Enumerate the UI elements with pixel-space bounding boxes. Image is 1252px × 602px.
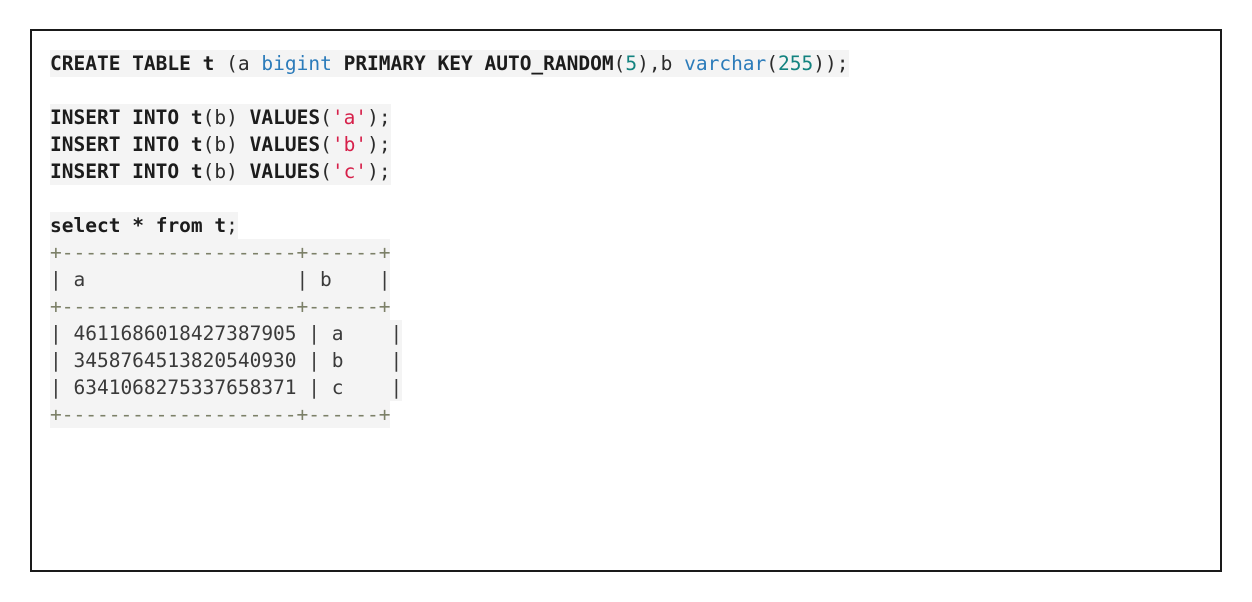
blank-line-1: [32, 77, 1220, 104]
keyword-values-2: VALUES: [249, 133, 321, 156]
insert-statement-2: INSERT INTO t(b) VALUES('b');: [50, 131, 391, 158]
result-line-bottom-border: +--------------------+------+: [32, 401, 1220, 428]
insert-semicolon-2: ;: [378, 133, 391, 156]
space-1: [191, 52, 203, 75]
keyword-select: select: [50, 214, 121, 237]
result-row-text-2: | 3458764513820540930 | b |: [50, 347, 403, 374]
insert-value-1: 'a': [331, 106, 368, 129]
select-statement: select * from t;: [50, 212, 238, 239]
keyword-insert-into-2: INSERT INTO: [50, 133, 180, 156]
result-bottom-border: +--------------------+------+: [50, 401, 391, 428]
insert-statement-1: INSERT INTO t(b) VALUES('a');: [50, 104, 391, 131]
screenshot-root: CREATE TABLE t (a bigint PRIMARY KEY AUT…: [0, 0, 1252, 602]
insert-value-2: 'b': [331, 133, 368, 156]
create-close-paren: ): [825, 52, 837, 75]
insert-semicolon-1: ;: [378, 106, 391, 129]
create-table-name: t: [202, 52, 215, 75]
code-line-insert-2: INSERT INTO t(b) VALUES('b');: [32, 131, 1220, 158]
column-b-close-paren: ): [813, 52, 826, 75]
result-row-3: | 6341068275337658371 | c |: [32, 374, 1220, 401]
select-semicolon: ;: [226, 214, 238, 237]
column-b-type: varchar: [684, 52, 767, 75]
values-close-1: ): [367, 106, 379, 129]
column-b-length: 255: [778, 52, 814, 75]
insert-value-3: 'c': [331, 160, 368, 183]
result-header-row: | a | b |: [50, 266, 391, 293]
auto-random-shard-bits: 5: [625, 52, 638, 75]
space-i3b: [238, 160, 250, 183]
column-a-name: a: [237, 52, 250, 75]
result-line-top-border: +--------------------+------+: [32, 239, 1220, 266]
keyword-create-table: CREATE TABLE: [50, 52, 191, 75]
values-open-1: (: [320, 106, 332, 129]
keyword-insert-into-1: INSERT INTO: [50, 106, 180, 129]
column-a-type: bigint: [261, 52, 332, 75]
column-b-open-paren: (: [766, 52, 779, 75]
space-i1b: [238, 106, 250, 129]
create-semicolon: ;: [836, 52, 849, 75]
insert-semicolon-3: ;: [378, 160, 391, 183]
insert-columns-3: (b): [202, 160, 238, 183]
space-s3: [203, 214, 215, 237]
values-close-3: ): [367, 160, 379, 183]
auto-random-open-paren: (: [613, 52, 626, 75]
code-line-insert-1: INSERT INTO t(b) VALUES('a');: [32, 104, 1220, 131]
select-table: t: [214, 214, 227, 237]
result-row-2: | 3458764513820540930 | b |: [32, 347, 1220, 374]
code-text: CREATE TABLE t (a bigint PRIMARY KEY AUT…: [32, 50, 1220, 428]
insert-statement-3: INSERT INTO t(b) VALUES('c');: [50, 158, 391, 185]
values-open-3: (: [320, 160, 332, 183]
code-block-body: CREATE TABLE t (a bigint PRIMARY KEY AUT…: [32, 50, 1220, 428]
keyword-values-3: VALUES: [249, 160, 321, 183]
result-line-header: | a | b |: [32, 266, 1220, 293]
sql-code-block: CREATE TABLE t (a bigint PRIMARY KEY AUT…: [30, 29, 1222, 572]
result-header-separator: +--------------------+------+: [50, 293, 391, 320]
select-star: *: [132, 214, 144, 237]
result-top-border: +--------------------+------+: [50, 239, 391, 266]
keyword-values-1: VALUES: [249, 106, 321, 129]
insert-table-2: t: [190, 133, 203, 156]
insert-table-1: t: [190, 106, 203, 129]
space-i2b: [238, 133, 250, 156]
keyword-from: from: [155, 214, 203, 237]
keyword-insert-into-3: INSERT INTO: [50, 160, 180, 183]
create-table-statement: CREATE TABLE t (a bigint PRIMARY KEY AUT…: [50, 50, 849, 77]
auto-random-close-paren: ): [637, 52, 649, 75]
column-b-name: b: [660, 52, 673, 75]
keyword-auto-random: AUTO_RANDOM: [484, 52, 614, 75]
space-3: [332, 52, 344, 75]
space-i1: [179, 106, 191, 129]
blank-line-2: [32, 185, 1220, 212]
space-2: [250, 52, 262, 75]
code-line-create-table: CREATE TABLE t (a bigint PRIMARY KEY AUT…: [32, 50, 1220, 77]
result-row-1: | 4611686018427387905 | a |: [32, 320, 1220, 347]
result-row-text-1: | 4611686018427387905 | a |: [50, 320, 403, 347]
code-line-insert-3: INSERT INTO t(b) VALUES('c');: [32, 158, 1220, 185]
code-line-select: select * from t;: [32, 212, 1220, 239]
insert-columns-2: (b): [202, 133, 238, 156]
values-close-2: ): [367, 133, 379, 156]
space-i3: [179, 160, 191, 183]
column-comma: ,: [648, 52, 661, 75]
space-5: [672, 52, 684, 75]
space-s1: [120, 214, 132, 237]
space-i2: [179, 133, 191, 156]
result-row-text-3: | 6341068275337658371 | c |: [50, 374, 403, 401]
values-open-2: (: [320, 133, 332, 156]
create-open-paren: (: [214, 52, 238, 75]
insert-table-3: t: [190, 160, 203, 183]
keyword-primary-key: PRIMARY KEY: [343, 52, 473, 75]
result-line-header-separator: +--------------------+------+: [32, 293, 1220, 320]
insert-columns-1: (b): [202, 106, 238, 129]
space-s2: [144, 214, 156, 237]
space-4: [473, 52, 485, 75]
